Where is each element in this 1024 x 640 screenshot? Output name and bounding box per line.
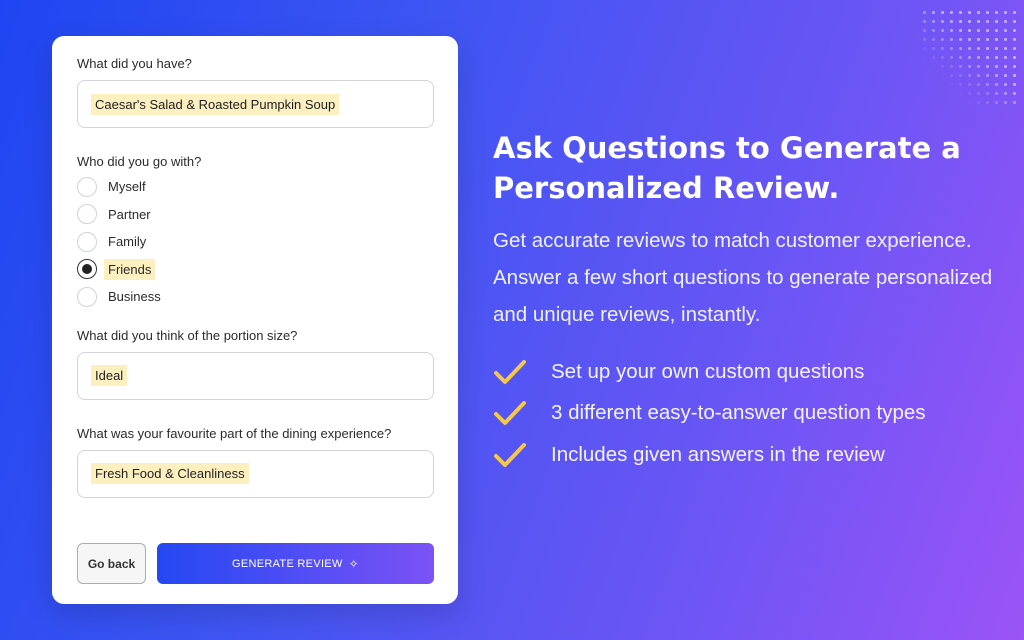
question-label: What did you have? bbox=[77, 56, 192, 71]
radio-option-business[interactable]: Business bbox=[77, 283, 434, 311]
feature-list: Set up your own custom questions 3 diffe… bbox=[493, 351, 993, 476]
feature-text: Set up your own custom questions bbox=[551, 359, 865, 383]
question-what-had: What did you have? Caesar's Salad & Roas… bbox=[77, 56, 434, 128]
radio-label: Business bbox=[108, 289, 161, 305]
check-icon bbox=[493, 441, 551, 469]
feature-text: 3 different easy-to-answer question type… bbox=[551, 401, 926, 425]
review-questions-card: What did you have? Caesar's Salad & Roas… bbox=[52, 36, 458, 604]
question-label: What was your favourite part of the dini… bbox=[77, 425, 392, 441]
feature-text: Includes given answers in the review bbox=[551, 442, 885, 466]
radio-button[interactable] bbox=[77, 286, 97, 307]
feature-item: 3 different easy-to-answer question type… bbox=[493, 393, 993, 435]
promo-description: Get accurate reviews to match customer e… bbox=[493, 229, 993, 326]
radio-label: Friends bbox=[104, 258, 156, 280]
portion-value: Ideal bbox=[91, 365, 128, 386]
radio-button[interactable] bbox=[77, 231, 97, 252]
question-portion-size: What did you think of the portion size? … bbox=[77, 328, 434, 400]
favourite-value: Fresh Food & Cleanliness bbox=[91, 463, 249, 484]
portion-input[interactable]: Ideal bbox=[77, 351, 434, 400]
dish-value: Caesar's Salad & Roasted Pumpkin Soup bbox=[91, 93, 340, 115]
radio-option-family[interactable]: Family bbox=[77, 228, 434, 256]
radio-label: Partner bbox=[108, 206, 151, 222]
promo-headline: Ask Questions to Generate a Personalized… bbox=[493, 128, 993, 208]
question-label: Who did you go with? bbox=[77, 154, 202, 169]
question-favourite-part: What was your favourite part of the dini… bbox=[77, 426, 434, 498]
form-actions: Go back GENERATE REVIEW ✧ bbox=[77, 543, 434, 584]
check-icon bbox=[493, 358, 551, 386]
check-icon bbox=[493, 399, 551, 427]
feature-item: Includes given answers in the review bbox=[493, 434, 993, 476]
sparkle-icon: ✧ bbox=[348, 556, 359, 571]
generate-review-label: GENERATE REVIEW bbox=[231, 557, 343, 570]
question-who-with: Who did you go with? Myself Partner Fami… bbox=[77, 154, 434, 311]
favourite-input[interactable]: Fresh Food & Cleanliness bbox=[77, 449, 434, 498]
radio-button-selected[interactable] bbox=[77, 259, 97, 280]
dish-input[interactable]: Caesar's Salad & Roasted Pumpkin Soup bbox=[77, 80, 434, 128]
feature-item: Set up your own custom questions bbox=[493, 351, 993, 393]
radio-label: Family bbox=[108, 234, 147, 250]
promo-panel: Ask Questions to Generate a Personalized… bbox=[493, 128, 993, 476]
radio-button[interactable] bbox=[77, 176, 97, 197]
dot-grid-decoration bbox=[920, 8, 1016, 104]
radio-option-friends[interactable]: Friends bbox=[77, 256, 434, 284]
question-label: What did you think of the portion size? bbox=[77, 327, 298, 343]
go-back-button[interactable]: Go back bbox=[77, 543, 146, 584]
generate-review-button[interactable]: GENERATE REVIEW ✧ bbox=[157, 543, 434, 584]
radio-option-myself[interactable]: Myself bbox=[77, 173, 434, 201]
radio-button[interactable] bbox=[77, 204, 97, 225]
radio-option-partner[interactable]: Partner bbox=[77, 201, 434, 229]
headline-line-1: Ask Questions to Generate a bbox=[493, 131, 961, 165]
headline-line-2: Personalized Review. bbox=[493, 171, 840, 205]
radio-label: Myself bbox=[108, 179, 146, 195]
